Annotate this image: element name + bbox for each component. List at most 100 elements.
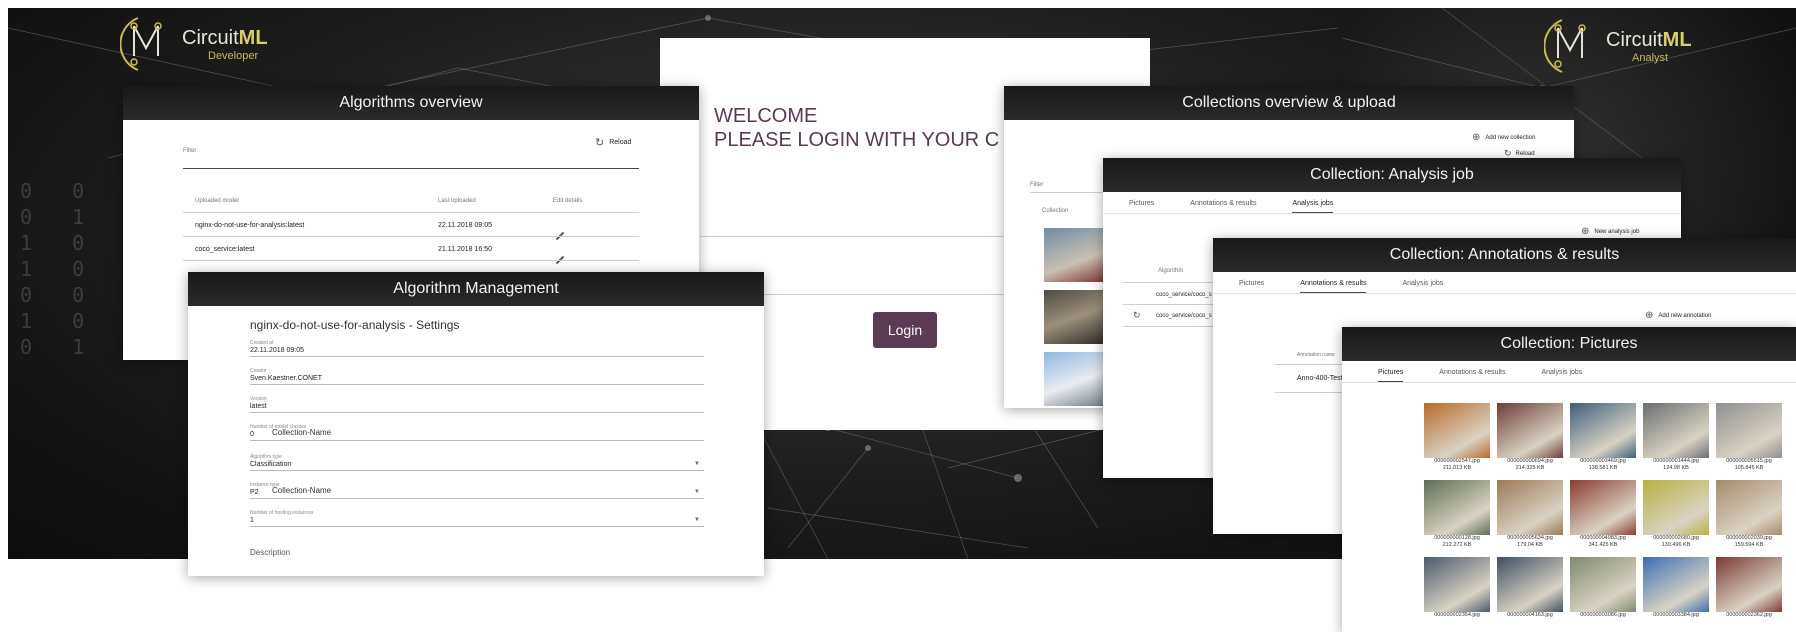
picture-filename: 000000002362.jpg bbox=[1726, 612, 1772, 618]
picture-filesize: 105.845 KB bbox=[1734, 465, 1764, 471]
picture-thumbnail[interactable]: 000000004983.jpg 341.425 KB bbox=[1570, 480, 1636, 549]
picture-filename: 000000002354.jpg bbox=[1434, 612, 1480, 618]
picture-thumbnail[interactable]: 000000000694.jpg 214.325 KB bbox=[1497, 403, 1563, 472]
picture-thumbnail[interactable]: 000000003469.jpg 138.581 KB bbox=[1570, 403, 1636, 472]
edit-pencil-icon[interactable] bbox=[555, 224, 565, 242]
logo-name-b: ML bbox=[238, 26, 268, 49]
version-value: latest bbox=[250, 403, 267, 410]
tab-pictures[interactable]: Pictures bbox=[1239, 280, 1264, 293]
picture-filesize: 212.272 KB bbox=[1442, 542, 1472, 548]
add-annotation-label: Add new annotation bbox=[1658, 312, 1712, 319]
picture-thumbnail[interactable]: 000000000128.jpg 212.272 KB bbox=[1424, 480, 1490, 549]
algorithm-column-header: Algorithm bbox=[1158, 268, 1184, 274]
panel-title: Algorithms overview bbox=[123, 86, 699, 120]
instance-type-select[interactable]: Instance type P2 Collection-Name ▼ bbox=[250, 482, 704, 499]
picture-image[interactable] bbox=[1497, 480, 1563, 535]
picture-image[interactable] bbox=[1497, 557, 1563, 612]
tab-analysis-jobs[interactable]: Analysis jobs bbox=[1402, 280, 1443, 293]
picture-image[interactable] bbox=[1716, 557, 1782, 612]
table-row-model[interactable]: coco_service:latest bbox=[195, 246, 255, 253]
picture-filename: 000000003086.jpg bbox=[1580, 612, 1626, 618]
picture-image[interactable] bbox=[1643, 403, 1709, 458]
panel-title: Collection: Analysis job bbox=[1103, 158, 1681, 192]
divider bbox=[183, 212, 639, 213]
created-label: Created at bbox=[250, 340, 274, 346]
picture-thumbnail[interactable]: 000000005515.jpg 105.845 KB bbox=[1716, 403, 1782, 472]
tab-analysis-jobs[interactable]: Analysis jobs bbox=[1541, 369, 1582, 382]
login-button[interactable]: Login bbox=[873, 312, 937, 348]
analysis-job-row[interactable]: coco_service/coco_s bbox=[1156, 313, 1212, 319]
logo-subtitle: Analyst bbox=[1632, 51, 1669, 64]
collection-name-overlay: Collection-Name bbox=[272, 428, 332, 437]
reload-button[interactable]: ↻ Reload bbox=[595, 136, 631, 149]
picture-filename: 000000000694.jpg bbox=[1507, 458, 1553, 464]
picture-thumbnail[interactable]: 000000002547.jpg 211.013 KB bbox=[1424, 403, 1490, 472]
picture-image[interactable] bbox=[1570, 557, 1636, 612]
picture-thumbnail[interactable]: 000000001444.jpg 124.98 KB bbox=[1643, 403, 1709, 472]
add-collection-button[interactable]: ⊕ Add new collection bbox=[1472, 132, 1535, 143]
picture-filesize: 341.425 KB bbox=[1588, 542, 1618, 548]
filter-label: Filter bbox=[183, 148, 197, 154]
add-circle-icon: ⊕ bbox=[1472, 132, 1481, 143]
loading-spinner-icon: ↻ bbox=[1133, 310, 1141, 320]
add-annotation-button[interactable]: ⊕ Add new annotation bbox=[1645, 310, 1711, 321]
picture-filename: 000000003469.jpg bbox=[1580, 458, 1626, 464]
tab-analysis-jobs[interactable]: Analysis jobs bbox=[1292, 200, 1334, 213]
edit-pencil-icon[interactable] bbox=[555, 248, 565, 266]
picture-filesize: 138.581 KB bbox=[1588, 465, 1618, 471]
picture-image[interactable] bbox=[1570, 403, 1636, 458]
picture-filename: 000000002680.jpg bbox=[1653, 535, 1699, 541]
new-analysis-job-label: New analysis job bbox=[1594, 228, 1640, 235]
divider bbox=[183, 260, 639, 261]
tab-annotations[interactable]: Annotations & results bbox=[1439, 369, 1505, 382]
annotation-row[interactable]: Anno-400-Test bbox=[1297, 375, 1343, 382]
picture-image[interactable] bbox=[1497, 403, 1563, 458]
creator-field: Creator Sven.Kaestner.CONET bbox=[250, 368, 704, 385]
reload-label: Reload bbox=[609, 139, 632, 146]
analysis-job-row[interactable]: coco_service/coco_s bbox=[1156, 292, 1212, 298]
table-row-model[interactable]: nginx-do-not-use-for-analysis:latest bbox=[195, 222, 304, 229]
created-value: 22.11.2018 09:05 bbox=[250, 347, 304, 354]
filter-input[interactable] bbox=[1030, 192, 1110, 193]
tab-pictures[interactable]: Pictures bbox=[1378, 369, 1404, 382]
picture-image[interactable] bbox=[1570, 480, 1636, 535]
picture-thumbnail[interactable]: 000000005634.jpg 179.04 KB bbox=[1497, 480, 1563, 549]
new-analysis-job-button[interactable]: ⊕ New analysis job bbox=[1581, 226, 1639, 237]
hosting-instances-select[interactable]: Number of hosting instances 1 ▼ bbox=[250, 510, 704, 527]
picture-image[interactable] bbox=[1643, 480, 1709, 535]
collection-name-overlay: Collection-Name bbox=[272, 486, 332, 495]
picture-image[interactable] bbox=[1424, 480, 1490, 535]
algorithm-type-select[interactable]: Algorithm type Classification ▼ bbox=[250, 454, 704, 471]
picture-image[interactable] bbox=[1424, 557, 1490, 612]
picture-filesize: 130.496 KB bbox=[1661, 542, 1691, 548]
picture-thumbnail[interactable]: 000000002680.jpg 130.496 KB bbox=[1643, 480, 1709, 549]
picture-image[interactable] bbox=[1716, 403, 1782, 458]
picture-filename: 000000002039.jpg bbox=[1726, 535, 1772, 541]
tab-annotations[interactable]: Annotations & results bbox=[1300, 280, 1367, 293]
picture-filename: 000000003384.jpg bbox=[1653, 612, 1699, 618]
picture-thumbnail[interactable]: 000000002354.jpg bbox=[1424, 557, 1490, 619]
algorithm-type-label: Algorithm type bbox=[250, 454, 282, 460]
picture-thumbnail[interactable]: 000000004163.jpg bbox=[1497, 557, 1563, 619]
picture-thumbnail[interactable]: 000000002362.jpg bbox=[1716, 557, 1782, 619]
reload-icon: ↻ bbox=[595, 137, 605, 149]
version-label: Version bbox=[250, 396, 267, 402]
tab-annotations[interactable]: Annotations & results bbox=[1190, 200, 1256, 213]
picture-image[interactable] bbox=[1424, 403, 1490, 458]
collection-thumbnail[interactable] bbox=[1044, 228, 1108, 282]
creator-label: Creator bbox=[250, 368, 267, 374]
picture-thumbnail[interactable]: 000000003384.jpg bbox=[1643, 557, 1709, 619]
collection-thumbnail[interactable] bbox=[1044, 290, 1108, 344]
picture-image[interactable] bbox=[1643, 557, 1709, 612]
model-classes-field[interactable]: Number of model classes 0 Collection-Nam… bbox=[250, 424, 704, 441]
created-field: Created at 22.11.2018 09:05 bbox=[250, 340, 704, 357]
column-header-edit: Edit details bbox=[553, 198, 583, 204]
collection-thumbnail[interactable] bbox=[1044, 352, 1108, 406]
tab-pictures[interactable]: Pictures bbox=[1129, 200, 1154, 213]
picture-thumbnail[interactable]: 000000002039.jpg 159.594 KB bbox=[1716, 480, 1782, 549]
picture-image[interactable] bbox=[1716, 480, 1782, 535]
creator-value: Sven.Kaestner.CONET bbox=[250, 375, 322, 382]
filter-input[interactable] bbox=[183, 168, 639, 169]
version-field[interactable]: Version latest bbox=[250, 396, 704, 413]
picture-thumbnail[interactable]: 000000003086.jpg bbox=[1570, 557, 1636, 619]
